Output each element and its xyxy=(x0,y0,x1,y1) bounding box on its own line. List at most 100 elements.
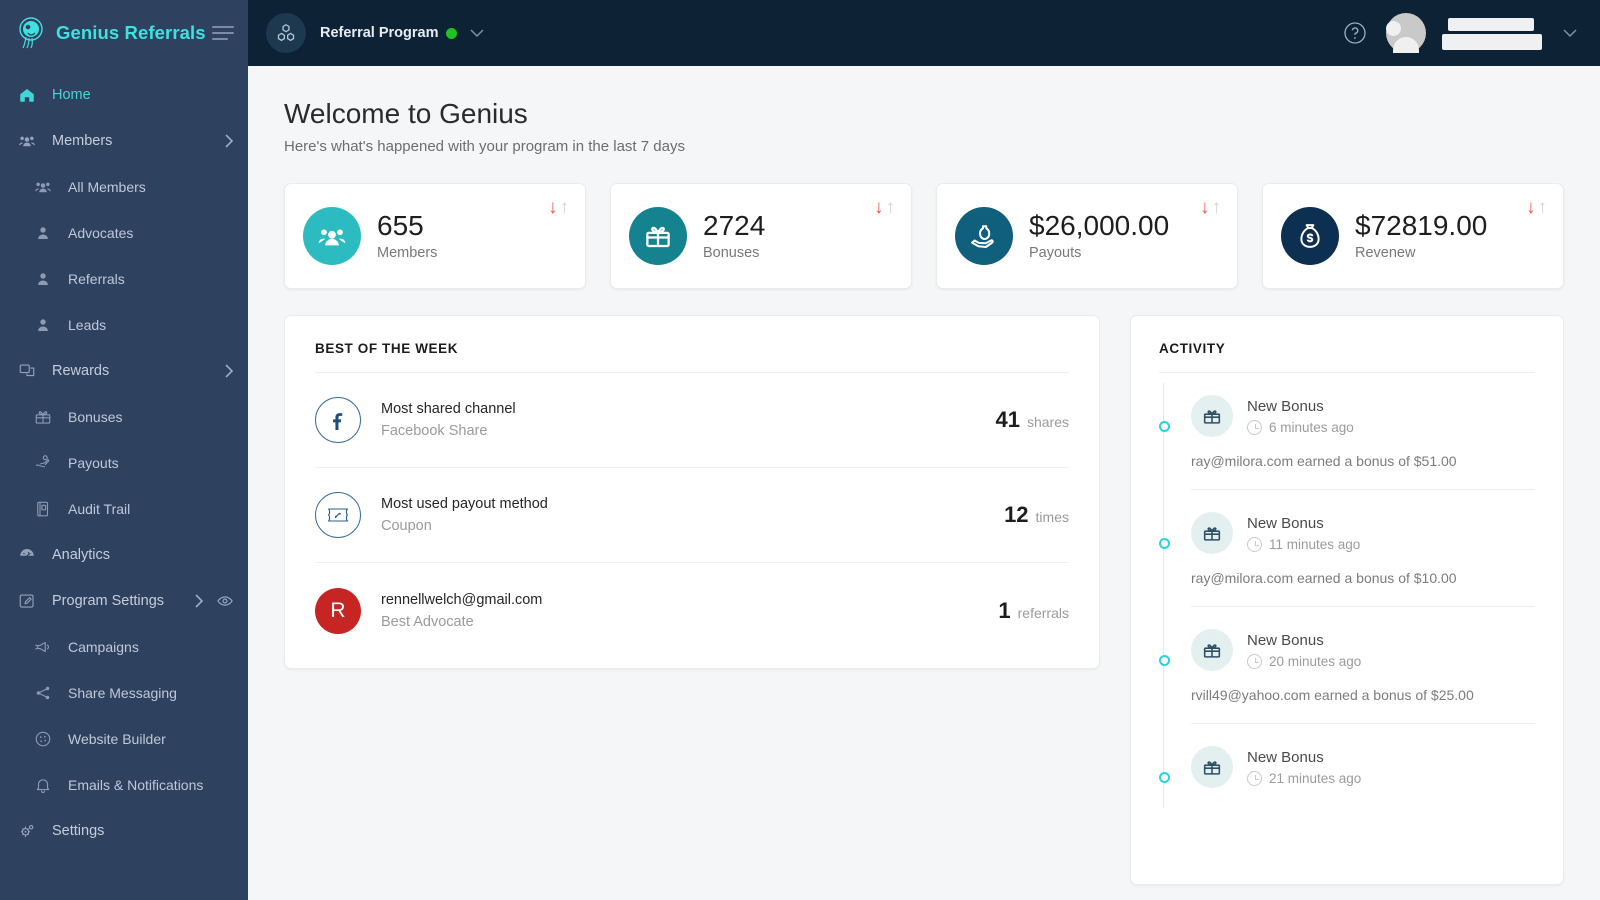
stat-value: 655 xyxy=(377,210,424,242)
activity-item[interactable]: New Bonus 6 minutes ago ray@milora.com e… xyxy=(1159,373,1535,490)
activity-bullet xyxy=(1159,421,1170,432)
home-icon xyxy=(14,86,40,104)
stat-body: 655 Members xyxy=(377,210,437,261)
stat-trend: ↓ ↑ xyxy=(548,198,569,217)
gift-icon xyxy=(30,408,56,426)
megaphone-icon xyxy=(30,638,56,656)
activity-description: rvill49@yahoo.com earned a bonus of $25.… xyxy=(1191,687,1474,703)
sidebar-item-label: Emails & Notifications xyxy=(68,777,204,793)
account-name-redacted[interactable] xyxy=(1442,14,1544,52)
best-of-week-row-title: Most used payout method xyxy=(381,496,548,512)
best-of-week-row[interactable]: Most shared channel Facebook Share 41 sh… xyxy=(315,373,1069,468)
program-selector[interactable]: Referral Program xyxy=(320,25,458,41)
sidebar-item-label: Bonuses xyxy=(68,409,123,425)
activity-item[interactable]: New Bonus 20 minutes ago rvill49@yahoo.c… xyxy=(1159,607,1535,724)
gift-icon xyxy=(1191,629,1233,671)
activity-header-text: New Bonus 6 minutes ago xyxy=(1247,398,1354,435)
gears-icon xyxy=(14,822,40,840)
activity-time-text: 21 minutes ago xyxy=(1269,770,1362,786)
activity-time: 6 minutes ago xyxy=(1247,419,1354,435)
sidebar: Genius Referrals Home Members All Members A… xyxy=(0,0,248,900)
stat-card-bonuses[interactable]: 2724 Bonuses ↓ ↑ xyxy=(610,183,912,289)
sidebar-toggle-icon[interactable] xyxy=(212,26,234,40)
activity-time: 11 minutes ago xyxy=(1247,536,1361,552)
gift-icon xyxy=(1191,395,1233,437)
sidebar-item-advocates[interactable]: Advocates xyxy=(0,210,248,256)
chevron-right-icon[interactable] xyxy=(224,133,234,149)
best-of-week-row-title: rennellwelch@gmail.com xyxy=(381,591,543,608)
sidebar-item-label: Share Messaging xyxy=(68,685,177,701)
chevron-right-icon[interactable] xyxy=(224,363,234,379)
activity-header: New Bonus 21 minutes ago xyxy=(1191,746,1535,788)
brand-name: Genius Referrals xyxy=(56,22,206,43)
stat-trend: ↓ ↑ xyxy=(1526,198,1547,217)
best-of-week-unit: referrals xyxy=(1017,604,1069,621)
sidebar-item-bonuses[interactable]: Bonuses xyxy=(0,394,248,440)
sidebar-item-home[interactable]: Home xyxy=(0,72,248,118)
money-bag-icon xyxy=(1281,207,1339,265)
best-of-week-metric: 1 referrals xyxy=(998,598,1069,624)
sidebar-item-share-messaging[interactable]: Share Messaging xyxy=(0,670,248,716)
activity-header-text: New Bonus 21 minutes ago xyxy=(1247,749,1361,786)
sidebar-item-payouts[interactable]: Payouts xyxy=(0,440,248,486)
best-of-week-unit: shares xyxy=(1026,414,1069,430)
activity-time-text: 11 minutes ago xyxy=(1269,536,1361,552)
sidebar-item-all-members[interactable]: All Members xyxy=(0,164,248,210)
sidebar-item-rewards[interactable]: Rewards xyxy=(0,348,248,394)
activity-header-text: New Bonus 20 minutes ago xyxy=(1247,632,1361,669)
trend-up-icon: ↑ xyxy=(885,197,896,218)
best-of-week-row-sub: Best Advocate xyxy=(381,613,474,630)
best-of-week-metric: 41 shares xyxy=(995,407,1069,433)
best-of-week-metric: 12 times xyxy=(1004,502,1069,528)
best-of-week-row[interactable]: R rennellwelch@gmail.com Best Advocate 1… xyxy=(315,563,1069,658)
stat-label: Bonuses xyxy=(703,244,760,261)
clock-icon xyxy=(1247,653,1262,669)
sidebar-item-label: Website Builder xyxy=(68,731,166,747)
members-icon xyxy=(14,132,40,150)
stat-body: $72819.00 Revenew xyxy=(1355,210,1488,261)
activity-item[interactable]: New Bonus 21 minutes ago xyxy=(1159,724,1535,808)
program-chevron-down-icon[interactable] xyxy=(469,26,485,41)
eye-icon[interactable] xyxy=(216,592,234,610)
stat-card-members[interactable]: 655 Members ↓ ↑ xyxy=(284,183,586,289)
clock-icon xyxy=(1247,419,1262,435)
trend-down-icon: ↓ xyxy=(548,197,558,218)
program-status-dot xyxy=(446,27,458,39)
sidebar-item-label: Advocates xyxy=(68,225,134,241)
dashboard-content: Welcome to Genius Here's what's happened… xyxy=(248,66,1600,900)
sidebar-item-label: Members xyxy=(52,133,113,149)
activity-description: ray@milora.com earned a bonus of $51.00 xyxy=(1191,453,1457,469)
trend-up-icon: ↑ xyxy=(1537,197,1548,218)
sidebar-item-leads[interactable]: Leads xyxy=(0,302,248,348)
activity-panel: ACTIVITY New Bonus 6 minutes ago ray@mil… xyxy=(1130,315,1564,885)
stat-value: $72819.00 xyxy=(1355,210,1488,242)
sidebar-item-emails-notifications[interactable]: Emails & Notifications xyxy=(0,762,248,808)
analytics-icon xyxy=(14,546,40,564)
sidebar-item-program-settings[interactable]: Program Settings xyxy=(0,578,248,624)
best-of-week-text: Most used payout method Coupon xyxy=(381,496,548,534)
user-icon xyxy=(30,316,56,334)
chevron-right-icon[interactable] xyxy=(194,593,204,609)
activity-time-text: 6 minutes ago xyxy=(1269,419,1354,435)
sidebar-item-campaigns[interactable]: Campaigns xyxy=(0,624,248,670)
sidebar-item-settings[interactable]: Settings xyxy=(0,808,248,854)
bell-icon xyxy=(30,776,56,794)
trend-down-icon: ↓ xyxy=(874,197,884,218)
sidebar-item-website-builder[interactable]: Website Builder xyxy=(0,716,248,762)
sidebar-brand: Genius Referrals xyxy=(0,0,248,66)
activity-item[interactable]: New Bonus 11 minutes ago ray@milora.com … xyxy=(1159,490,1535,607)
stat-cards: 655 Members ↓ ↑ 2724 Bonuses ↓ ↑ $26,000… xyxy=(284,183,1564,289)
user-avatar[interactable] xyxy=(1386,13,1426,53)
help-circle-icon[interactable] xyxy=(1342,20,1368,46)
stat-card-revenew[interactable]: $72819.00 Revenew ↓ ↑ xyxy=(1262,183,1564,289)
stat-label: Payouts xyxy=(1029,244,1082,261)
sidebar-item-audit-trail[interactable]: Audit Trail xyxy=(0,486,248,532)
sidebar-item-referrals[interactable]: Referrals xyxy=(0,256,248,302)
user-icon xyxy=(30,270,56,288)
sidebar-item-members[interactable]: Members xyxy=(0,118,248,164)
best-of-week-row[interactable]: Most used payout method Coupon 12 times xyxy=(315,468,1069,563)
sidebar-item-analytics[interactable]: Analytics xyxy=(0,532,248,578)
app-root: Genius Referrals Home Members All Members A… xyxy=(0,0,1600,900)
stat-card-payouts[interactable]: $26,000.00 Payouts ↓ ↑ xyxy=(936,183,1238,289)
account-chevron-down-icon[interactable] xyxy=(1562,26,1578,41)
